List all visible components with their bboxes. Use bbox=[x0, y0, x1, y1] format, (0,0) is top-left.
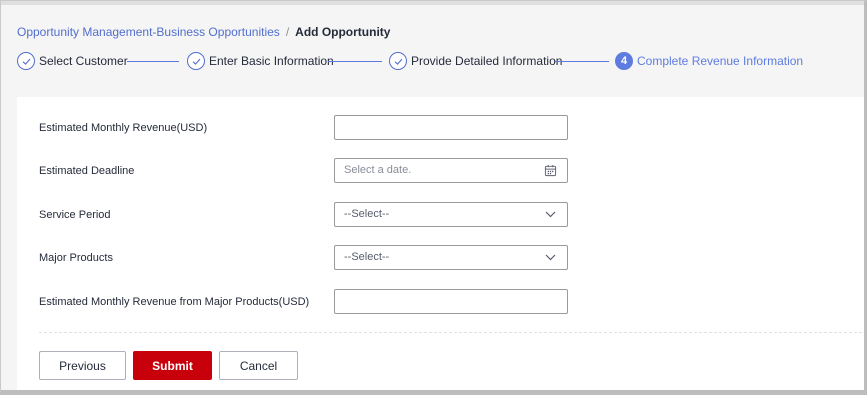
checkmark-icon bbox=[187, 52, 205, 70]
breadcrumb: Opportunity Management-Business Opportun… bbox=[17, 24, 390, 40]
submit-button[interactable]: Submit bbox=[133, 351, 212, 380]
field-label: Major Products bbox=[39, 252, 113, 264]
step-number-badge: 4 bbox=[615, 52, 633, 70]
major-products-select[interactable]: --Select-- bbox=[334, 245, 568, 270]
calendar-icon[interactable] bbox=[544, 164, 557, 177]
revenue-form: Estimated Monthly Revenue(USD) Estimated… bbox=[17, 97, 864, 390]
chevron-down-icon bbox=[545, 211, 556, 218]
breadcrumb-separator: / bbox=[285, 25, 290, 39]
form-divider bbox=[39, 332, 864, 333]
major-products-revenue-input-box bbox=[334, 289, 568, 314]
step-connector bbox=[328, 61, 382, 62]
field-label: Estimated Monthly Revenue(USD) bbox=[39, 122, 208, 134]
form-row-service-period: Service Period --Select-- bbox=[17, 202, 864, 228]
step-label: Complete Revenue Information bbox=[637, 54, 804, 68]
step-connector bbox=[127, 61, 179, 62]
step-enter-basic-information[interactable]: Enter Basic Information bbox=[187, 51, 334, 71]
field-label: Service Period bbox=[39, 209, 111, 221]
app-window: Opportunity Management-Business Opportun… bbox=[0, 0, 867, 395]
deadline-date-picker[interactable]: Select a date. bbox=[334, 158, 568, 183]
cancel-button[interactable]: Cancel bbox=[219, 351, 298, 380]
field-label: Estimated Deadline bbox=[39, 165, 135, 177]
select-value: --Select-- bbox=[344, 251, 390, 263]
step-connector bbox=[555, 61, 609, 62]
major-products-revenue-input[interactable] bbox=[335, 290, 567, 313]
form-row-major-products: Major Products --Select-- bbox=[17, 245, 864, 271]
form-row-monthly-revenue: Estimated Monthly Revenue(USD) bbox=[17, 115, 864, 141]
progress-steps: Select Customer Enter Basic Information … bbox=[17, 51, 857, 71]
step-label: Enter Basic Information bbox=[209, 54, 334, 68]
step-label: Select Customer bbox=[39, 54, 128, 68]
step-select-customer[interactable]: Select Customer bbox=[17, 51, 128, 71]
window-top-bar bbox=[1, 1, 864, 5]
step-label: Provide Detailed Information bbox=[411, 54, 563, 68]
checkmark-icon bbox=[17, 52, 35, 70]
monthly-revenue-input[interactable] bbox=[335, 116, 567, 139]
chevron-down-icon bbox=[545, 254, 556, 261]
form-row-deadline: Estimated Deadline Select a date. bbox=[17, 158, 864, 184]
monthly-revenue-input-box bbox=[334, 115, 568, 140]
field-label: Estimated Monthly Revenue from Major Pro… bbox=[39, 296, 310, 308]
service-period-select[interactable]: --Select-- bbox=[334, 202, 568, 227]
page-title: Add Opportunity bbox=[295, 25, 391, 39]
checkmark-icon bbox=[389, 52, 407, 70]
previous-button[interactable]: Previous bbox=[39, 351, 126, 380]
step-complete-revenue-information[interactable]: 4 Complete Revenue Information bbox=[615, 51, 803, 71]
form-row-major-products-revenue: Estimated Monthly Revenue from Major Pro… bbox=[17, 289, 864, 315]
deadline-placeholder: Select a date. bbox=[344, 164, 412, 176]
select-value: --Select-- bbox=[344, 208, 390, 220]
step-provide-detailed-information[interactable]: Provide Detailed Information bbox=[389, 51, 562, 71]
breadcrumb-link-opportunities[interactable]: Opportunity Management-Business Opportun… bbox=[17, 25, 280, 39]
